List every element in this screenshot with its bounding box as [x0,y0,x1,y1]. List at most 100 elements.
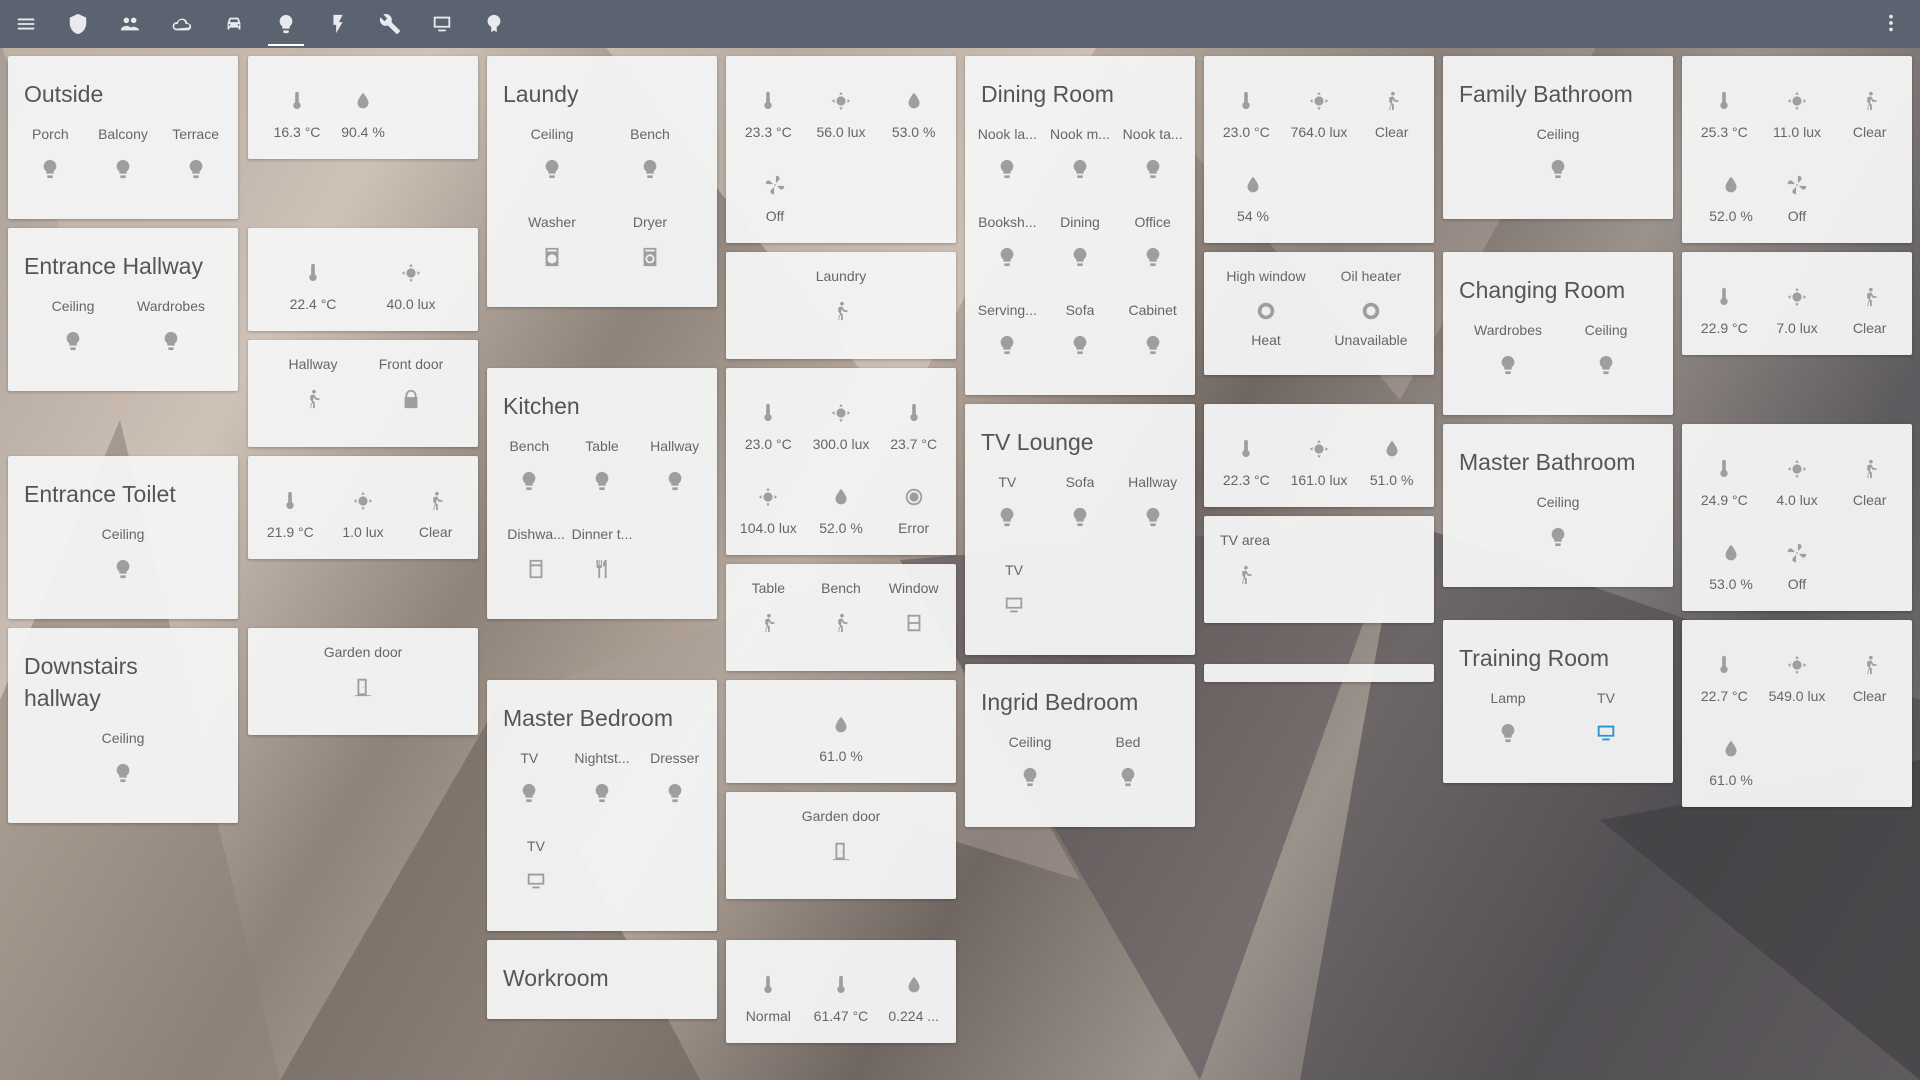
switch-dinner-table[interactable]: Dinner t... [569,526,635,580]
humidity-sensor[interactable]: 52.0 % [808,486,874,538]
light-cabinet[interactable]: Cabinet [1120,302,1186,356]
cloud-icon[interactable] [156,0,208,48]
light-hallway[interactable]: Hallway [1120,474,1186,528]
monitor-icon[interactable] [416,0,468,48]
value-sensor[interactable]: 0.224 ... [881,974,947,1026]
temperature-sensor[interactable]: 23.3 °C [735,90,801,142]
lock-front-door[interactable]: Front door [378,356,444,410]
fan-sensor[interactable]: Off [742,174,808,226]
light-office[interactable]: Office [1120,214,1186,268]
temperature-sensor[interactable]: 22.7 °C [1691,654,1757,706]
temperature-sensor[interactable]: 22.4 °C [280,262,346,314]
light-bench[interactable]: Bench [496,438,562,492]
switch-washer[interactable]: Washer [519,214,585,268]
motion-sensor[interactable]: Clear [1837,458,1903,510]
light-ceiling[interactable]: Ceiling [90,730,156,784]
illuminance-sensor[interactable]: 161.0 lux [1286,438,1352,490]
people-icon[interactable] [104,0,156,48]
light-tv[interactable]: TV [974,474,1040,528]
light-sofa[interactable]: Sofa [1047,474,1113,528]
illuminance-sensor[interactable]: 7.0 lux [1764,286,1830,338]
temperature-sensor[interactable]: 24.9 °C [1691,458,1757,510]
media-tv[interactable]: TV [981,562,1047,616]
motion-sensor[interactable]: Clear [403,490,469,542]
lightbulb-icon[interactable] [260,0,312,48]
humidity-sensor[interactable]: 54 % [1220,174,1286,226]
switch-dishwasher[interactable]: Dishwa... [503,526,569,580]
temperature-sensor[interactable]: 23.7 °C [881,402,947,454]
light-bookshelf[interactable]: Booksh... [974,214,1040,268]
light-ceiling[interactable]: Ceiling [519,126,585,180]
humidity-sensor[interactable]: 53.0 % [1698,542,1764,594]
temperature-sensor[interactable]: 21.9 °C [257,490,323,542]
illuminance-sensor[interactable]: 1.0 lux [330,490,396,542]
humidity-sensor[interactable]: 90.4 % [330,90,396,142]
humidity-sensor[interactable]: 61.0 % [1698,738,1764,790]
light-nook-table[interactable]: Nook ta... [1120,126,1186,180]
illuminance-sensor[interactable]: 764.0 lux [1286,90,1352,142]
light-ceiling[interactable]: Ceiling [90,526,156,580]
temperature-sensor[interactable]: 16.3 °C [264,90,330,142]
motion-bench[interactable]: Bench [808,580,874,634]
motion-tv-area[interactable]: TV area [1212,532,1278,586]
switch-dryer[interactable]: Dryer [617,214,683,268]
menu-icon[interactable] [0,0,52,48]
light-lamp[interactable]: Lamp [1475,690,1541,744]
shield-icon[interactable] [52,0,104,48]
light-dining[interactable]: Dining [1047,214,1113,268]
light-porch[interactable]: Porch [17,126,83,180]
light-nook-main[interactable]: Nook m... [1047,126,1113,180]
wrench-icon[interactable] [364,0,416,48]
illuminance-sensor[interactable]: 549.0 lux [1764,654,1830,706]
temperature-sensor[interactable]: 22.3 °C [1213,438,1279,490]
light-ceiling[interactable]: Ceiling [1525,494,1591,548]
motion-table[interactable]: Table [735,580,801,634]
motion-sensor[interactable]: Clear [1837,654,1903,706]
light-nightstand[interactable]: Nightst... [569,750,635,804]
light-tv[interactable]: TV [496,750,562,804]
more-vert-icon[interactable] [1880,12,1902,39]
motion-sensor[interactable]: Clear [1359,90,1425,142]
pin-icon[interactable] [468,0,520,48]
temperature-sensor[interactable]: 23.0 °C [1213,90,1279,142]
illuminance-sensor[interactable]: 40.0 lux [378,262,444,314]
media-tv[interactable]: TV [503,838,569,892]
door-garden[interactable]: Garden door [802,808,880,862]
motion-laundry[interactable]: Laundry [808,268,874,322]
temperature-sensor[interactable]: 25.3 °C [1691,90,1757,142]
illuminance-sensor[interactable]: 11.0 lux [1764,90,1830,142]
fan-sensor[interactable]: Off [1764,174,1830,226]
humidity-sensor[interactable]: 53.0 % [881,90,947,142]
light-ceiling[interactable]: Ceiling [1525,126,1591,180]
light-serving[interactable]: Serving... [974,302,1040,356]
light-ceiling[interactable]: Ceiling [40,298,106,352]
humidity-sensor[interactable]: 52.0 % [1698,174,1764,226]
light-table[interactable]: Table [569,438,635,492]
light-nook-lamp[interactable]: Nook la... [974,126,1040,180]
light-dresser[interactable]: Dresser [642,750,708,804]
temperature-sensor[interactable]: 23.0 °C [735,402,801,454]
light-wardrobes[interactable]: Wardrobes [137,298,205,352]
light-terrace[interactable]: Terrace [163,126,229,180]
light-sofa[interactable]: Sofa [1047,302,1113,356]
motion-hallway[interactable]: Hallway [280,356,346,410]
climate-oil-heater[interactable]: Oil heater Unavailable [1326,268,1416,350]
light-ceiling[interactable]: Ceiling [1573,322,1639,376]
temperature-sensor[interactable]: 61.47 °C [808,974,874,1026]
climate-high-window[interactable]: High window Heat [1226,268,1306,350]
humidity-sensor[interactable]: 51.0 % [1359,438,1425,490]
motion-sensor[interactable]: Clear [1837,90,1903,142]
light-bench[interactable]: Bench [617,126,683,180]
illuminance-sensor[interactable]: 104.0 lux [735,486,801,538]
light-wardrobes[interactable]: Wardrobes [1474,322,1542,376]
light-ceiling[interactable]: Ceiling [997,734,1063,788]
flash-icon[interactable] [312,0,364,48]
illuminance-sensor[interactable]: 300.0 lux [808,402,874,454]
fan-sensor[interactable]: Off [1764,542,1830,594]
car-icon[interactable] [208,0,260,48]
media-tv[interactable]: TV [1573,690,1639,744]
temperature-sensor[interactable]: 22.9 °C [1691,286,1757,338]
window-sensor[interactable]: Window [881,580,947,634]
light-bed[interactable]: Bed [1095,734,1161,788]
humidity-sensor[interactable]: 61.0 % [808,714,874,766]
